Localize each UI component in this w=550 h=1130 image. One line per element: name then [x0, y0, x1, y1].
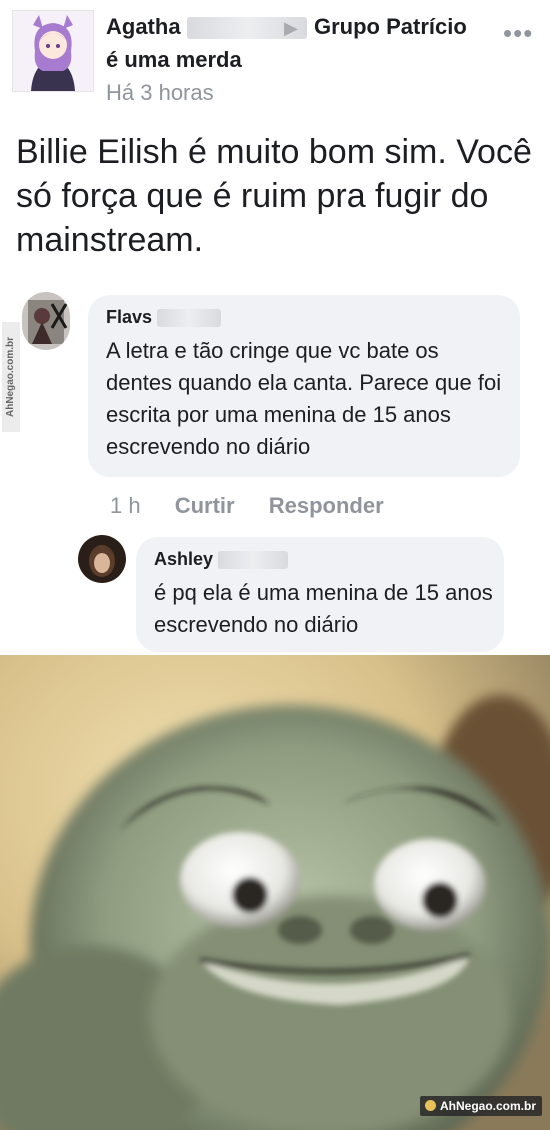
- comment-author-ashley[interactable]: Ashley: [154, 549, 289, 570]
- site-watermark-text: AhNegao.com.br: [439, 1099, 536, 1113]
- comment-bubble-flavs: Flavs A letra e tão cringe que vc bate o…: [88, 295, 520, 477]
- redacted-surname: [157, 309, 222, 328]
- comment-author-name: Ashley: [154, 549, 214, 569]
- facebook-post: Agatha ▶ Grupo Patrício é uma merda Há 3…: [0, 0, 550, 655]
- comment-text-flavs: A letra e tão cringe que vc bate os dent…: [106, 338, 502, 459]
- commenter-avatar-flavs[interactable]: [22, 292, 70, 350]
- reply-button[interactable]: Responder: [269, 493, 384, 518]
- comment-time[interactable]: 1 h: [110, 493, 141, 518]
- reaction-meme-image: AhNegao.com.br: [0, 655, 550, 1130]
- comment-author-name: Flavs: [106, 307, 153, 327]
- post-author-name[interactable]: Agatha: [106, 14, 307, 40]
- commenter-avatar-ashley[interactable]: [78, 535, 126, 583]
- redacted-surname: [218, 551, 289, 570]
- comment-bubble-ashley: Ashley é pq ela é uma menina de 15 anos …: [136, 537, 504, 652]
- group-name-continued[interactable]: é uma merda: [106, 47, 242, 73]
- site-logo-icon: [424, 1100, 436, 1111]
- post-timestamp[interactable]: Há 3 horas: [106, 80, 214, 106]
- post-body: Billie Eilish é muito bom sim. Você só f…: [16, 133, 532, 259]
- more-options-icon[interactable]: •••: [503, 18, 533, 49]
- site-watermark-bottom: AhNegao.com.br: [419, 1096, 542, 1116]
- author-avatar[interactable]: [12, 10, 94, 92]
- comment-actions: 1 h Curtir Responder: [110, 493, 412, 519]
- group-name[interactable]: Grupo Patrício: [314, 14, 467, 40]
- author-first-name: Agatha: [106, 14, 181, 39]
- site-watermark-side: AhNegao.com.br: [2, 322, 20, 432]
- comment-author-flavs[interactable]: Flavs: [106, 307, 222, 328]
- comment-text-ashley: é pq ela é uma menina de 15 anos escreve…: [154, 580, 493, 637]
- like-button[interactable]: Curtir: [175, 493, 235, 518]
- arrow-right-icon: ▶: [284, 18, 298, 38]
